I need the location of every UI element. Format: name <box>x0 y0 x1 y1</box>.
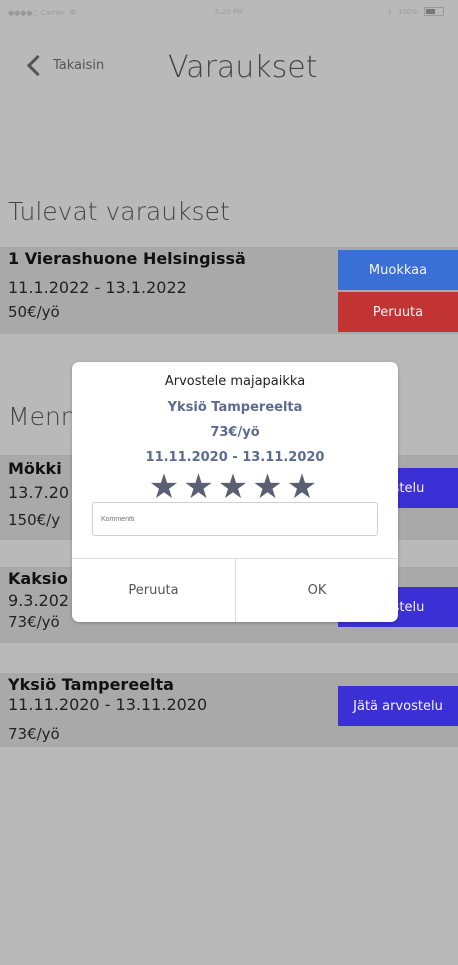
back-button[interactable]: Takaisin <box>26 54 105 77</box>
booking-name: Yksiö Tampereelta <box>8 675 174 694</box>
booking-dates: 9.3.202 <box>8 591 70 610</box>
booking-name: 1 Vierashuone Helsingissä <box>8 249 246 268</box>
page-title: Varaukset <box>168 50 318 85</box>
past-section-title: Menn <box>8 402 77 431</box>
battery-icon <box>424 7 444 16</box>
upcoming-section-title: Tulevat varaukset <box>8 197 230 226</box>
leave-review-button-3[interactable]: Jätä arvostelu <box>338 686 458 726</box>
chevron-left-icon <box>26 54 49 77</box>
booking-price: 73€/yö <box>8 725 60 743</box>
edit-booking-button[interactable]: Muokkaa <box>338 250 458 290</box>
back-label: Takaisin <box>53 58 105 73</box>
modal-ok-button[interactable]: OK <box>236 558 398 622</box>
star-rating[interactable]: ★★★★★ <box>72 470 398 504</box>
battery-percent: 100% <box>397 7 418 16</box>
modal-dates: 11.11.2020 - 13.11.2020 <box>145 450 325 465</box>
booking-dates: 11.1.2022 - 13.1.2022 <box>8 278 187 297</box>
status-right: ᛒ 100% <box>388 7 444 16</box>
booking-name: Mökki <box>8 459 62 478</box>
booking-price: 150€/y <box>8 511 61 529</box>
modal-cancel-button[interactable]: Peruuta <box>72 558 235 622</box>
booking-dates: 13.7.20 <box>8 483 70 502</box>
modal-price: 73€/yö <box>210 425 260 440</box>
modal-title: Arvostele majapaikka <box>164 374 306 389</box>
comment-input[interactable] <box>92 502 378 536</box>
booking-price: 73€/yö <box>8 613 60 631</box>
booking-price: 50€/yö <box>8 303 60 321</box>
booking-dates: 11.11.2020 - 13.11.2020 <box>8 695 208 714</box>
cancel-booking-button[interactable]: Peruuta <box>338 292 458 332</box>
bluetooth-icon: ᛒ <box>387 7 392 16</box>
review-modal: Arvostele majapaikka Yksiö Tampereelta 7… <box>72 362 398 622</box>
modal-place-name: Yksiö Tampereelta <box>167 400 303 415</box>
booking-name: Kaksio <box>8 569 68 588</box>
status-bar: ●●●●○ Carrier ≋ 5:20 PM ᛒ 100% <box>0 0 458 24</box>
